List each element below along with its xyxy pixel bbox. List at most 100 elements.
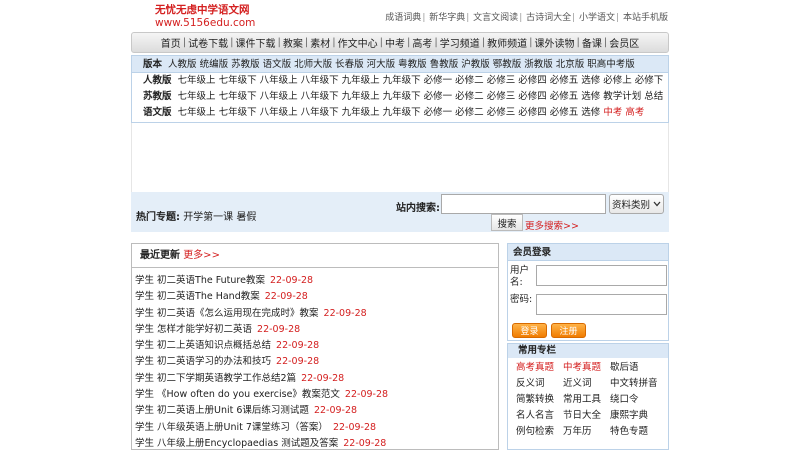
site-title[interactable]: 无忧无虑中学语文网 [155,4,255,17]
version-header-items[interactable]: 人教版 统编版 苏教版 语文版 北师大版 长春版 河大版 粤教版 鲁教版 沪教版… [168,59,635,70]
top-link-xiaoxue[interactable]: 小学语文 [579,13,615,23]
version-row-extra[interactable]: 中考 高考 [603,107,644,118]
list-item-date: 22-09-28 [313,405,358,417]
more-search-link[interactable]: 更多搜索>> [525,218,579,232]
version-row-items[interactable]: 七年级上 七年级下 八年级上 八年级下 九年级上 九年级下 必修一 必修二 必修… [178,107,601,118]
column-link-xiehouyu[interactable]: 歇后语 [610,360,666,376]
recent-updates-header: 最近更新 更多>> [132,244,498,268]
banner-area [131,123,669,193]
list-item-link[interactable]: 学生 《How often do you exercise》教案范文 [135,389,340,400]
nav-item-materials[interactable]: 素材 [310,35,330,50]
version-row-label[interactable]: 苏教版 [143,91,172,102]
recent-list: 学生 初二英语The Future教案 22-09-28 学生 初二英语The H… [132,268,498,450]
column-link-kangxi[interactable]: 康熙字典 [610,408,666,424]
version-row-sujiao: 苏教版 七年级上 七年级下 八年级上 八年级下 九年级上 九年级下 必修一 必修… [132,89,668,105]
column-link-sentences[interactable]: 例句检索 [516,424,563,440]
list-item: 学生 八年级英语上册Unit 7课堂练习（答案） 22-09-28 [132,420,498,436]
top-link-gushici[interactable]: 古诗词大全 [526,13,571,23]
nav-item-home[interactable]: 首页 [161,35,181,50]
recent-updates-title: 最近更新 [140,250,180,261]
column-link-festivals[interactable]: 节日大全 [563,408,610,424]
column-link-antonym[interactable]: 反义词 [516,376,563,392]
version-row-label[interactable]: 语文版 [143,107,172,118]
list-item: 学生 怎样才能学好初二英语 22-09-28 [132,322,498,338]
column-link-convert[interactable]: 简繁转换 [516,392,563,408]
list-item-date: 22-09-28 [301,372,345,384]
site-logo[interactable]: 无忧无虑中学语文网 www.5156edu.com [155,4,255,30]
column-link-synonym[interactable]: 近义词 [563,376,610,392]
separator: | [422,13,426,23]
nav-item-members[interactable]: 会员区 [609,35,639,50]
nav-item-reading[interactable]: 课外读物 [535,35,575,50]
separator: | [572,13,576,23]
separator: | [616,13,620,23]
column-link-quotes[interactable]: 名人名言 [516,408,563,424]
version-header-label: 版本 [143,59,163,70]
top-link-mobile[interactable]: 本站手机版 [623,13,668,23]
common-columns-grid: 高考真题 中考真题 歇后语 反义词 近义词 中文转拼音 简繁转换 常用工具 绕口… [508,358,668,440]
nav-item-study[interactable]: 学习频道 [440,35,480,50]
common-columns-title: 常用专栏 [508,344,668,358]
nav-item-teacher[interactable]: 教师频道 [487,35,527,50]
list-item: 学生 初二英语上册Unit 6课后练习测试题 22-09-28 [132,403,498,419]
separator: | [466,13,470,23]
column-link-specials[interactable]: 特色专题 [610,424,666,440]
list-item-link[interactable]: 学生 初二上英语知识点概括总结 [135,340,271,351]
column-link-tonguetwister[interactable]: 绕口令 [610,392,666,408]
nav-item-courseware[interactable]: 课件下载 [236,35,276,50]
list-item-link[interactable]: 学生 初二英语The Hand教案 [135,291,260,302]
username-field[interactable] [536,265,667,286]
nav-item-exams[interactable]: 试卷下载 [188,35,228,50]
list-item: 学生 初二英语The Future教案 22-09-28 [132,273,498,289]
nav-item-composition[interactable]: 作文中心 [338,35,378,50]
search-input[interactable] [441,194,606,214]
nav-item-prep[interactable]: 备课 [582,35,602,50]
column-link-gaokao[interactable]: 高考真题 [516,360,563,376]
recent-more-link[interactable]: 更多>> [183,250,220,261]
list-item-link[interactable]: 学生 初二英语The Future教案 [135,275,265,286]
separator: | [304,37,309,48]
category-select-label: 资料类别 [611,200,650,211]
list-item-link[interactable]: 学生 初二英语《怎么运用现在完成时》教案 [135,308,319,319]
column-link-pinyin[interactable]: 中文转拼音 [610,376,666,392]
version-header-row: 版本 人教版 统编版 苏教版 语文版 北师大版 长春版 河大版 粤教版 鲁教版 … [132,56,668,73]
list-item-link[interactable]: 学生 怎样才能学好初二英语 [135,324,252,335]
list-item-link[interactable]: 学生 八年级英语上册Unit 7课堂练习（答案） [135,422,328,433]
version-row-renjiao: 人教版 七年级上 七年级下 八年级上 八年级下 九年级上 九年级下 必修一 必修… [132,73,668,89]
hot-topics-items[interactable]: 开学第一课 暑假 [183,212,256,223]
version-row-items[interactable]: 七年级上 七年级下 八年级上 八年级下 九年级上 九年级下 必修一 必修二 必修… [178,91,664,102]
list-item-link[interactable]: 学生 初二英语上册Unit 6课后练习测试题 [135,405,309,416]
nav-item-lessonplans[interactable]: 教案 [283,35,303,50]
list-item-link[interactable]: 学生 初二英语学习的办法和技巧 [135,356,271,367]
list-item-link[interactable]: 学生 八年级上册Encyclopaedias 测试题及答案 [135,438,338,449]
version-row-items[interactable]: 七年级上 七年级下 八年级上 八年级下 九年级上 九年级下 必修一 必修二 必修… [178,75,664,86]
list-item: 学生 初二英语The Hand教案 22-09-28 [132,289,498,305]
password-field[interactable] [536,294,667,315]
top-link-wenyan[interactable]: 文言文阅读 [473,13,518,23]
column-link-zhongkao[interactable]: 中考真题 [563,360,610,376]
category-select[interactable]: 资料类别 [609,194,664,214]
separator: | [481,37,486,48]
top-link-chengyu[interactable]: 成语词典 [385,13,421,23]
nav-item-zhongkao[interactable]: 中考 [385,35,405,50]
list-item-link[interactable]: 学生 初二下学期英语教学工作总结2篇 [135,373,296,384]
list-item-date: 22-09-28 [276,356,320,368]
list-item: 学生 初二上英语知识点概括总结 22-09-28 [132,338,498,354]
separator: | [379,37,383,48]
username-label: 用户名: [510,265,530,288]
column-link-tools[interactable]: 常用工具 [563,392,610,408]
list-item: 学生 八年级上册Encyclopaedias 测试题及答案 22-09-28 [132,436,498,450]
version-row-yuwen: 语文版 七年级上 七年级下 八年级上 八年级下 九年级上 九年级下 必修一 必修… [132,105,668,121]
top-link-xinhua[interactable]: 新华字典 [429,13,465,23]
column-link-calendar[interactable]: 万年历 [563,424,610,440]
separator: | [434,37,438,48]
nav-item-gaokao[interactable]: 高考 [412,35,432,50]
list-item: 学生 《How often do you exercise》教案范文 22-09-… [132,387,498,403]
register-button[interactable]: 注册 [551,323,586,338]
version-row-label[interactable]: 人教版 [143,75,172,86]
login-button[interactable]: 登录 [512,323,547,338]
list-item-date: 22-09-28 [344,389,389,401]
search-button[interactable]: 搜索 [491,214,523,231]
search-label: 站内搜索: [396,203,440,214]
site-domain[interactable]: www.5156edu.com [155,17,255,30]
